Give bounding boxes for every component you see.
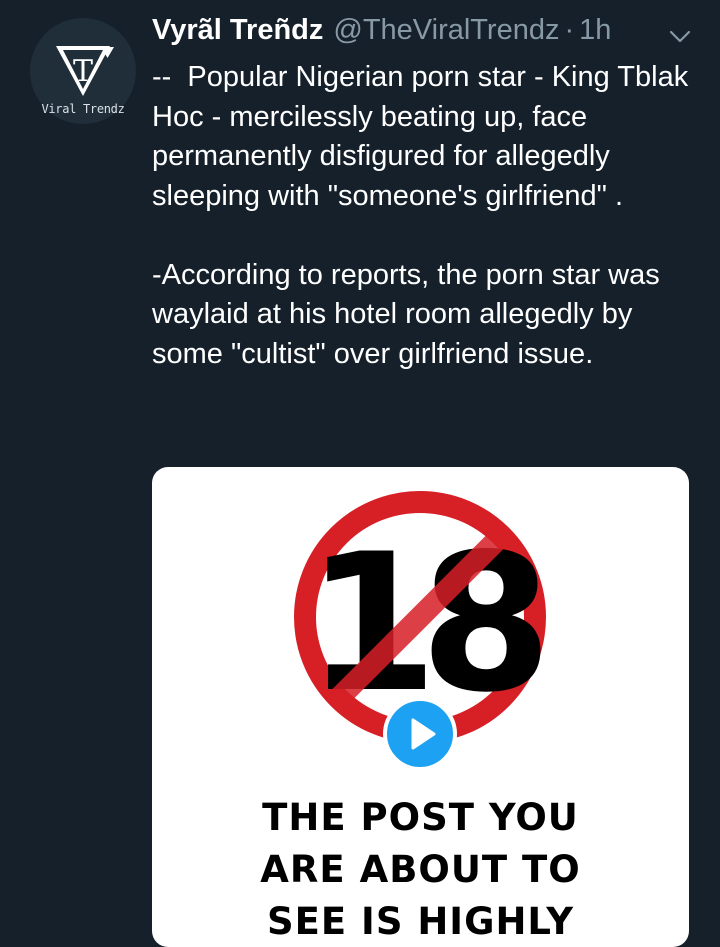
svg-text:T: T: [73, 54, 93, 89]
play-button[interactable]: [383, 697, 457, 771]
warning-line: SEE IS HIGHLY: [266, 900, 575, 943]
tweet-text: -- Popular Nigerian porn star - King Tbl…: [152, 61, 689, 370]
avatar[interactable]: T Viral Trendz: [30, 18, 136, 124]
display-name[interactable]: Vyrãl Treñdz: [152, 14, 323, 47]
timestamp[interactable]: 1h: [579, 14, 611, 47]
chevron-down-icon[interactable]: [666, 22, 694, 50]
warning-line: THE POST YOU: [262, 796, 579, 839]
warning-line: ARE ABOUT TO: [260, 848, 581, 891]
user-handle[interactable]: @TheViralTrendz: [333, 14, 559, 47]
warning-text: THE POST YOU ARE ABOUT TO SEE IS HIGHLY: [152, 792, 689, 947]
separator-dot: ·: [564, 14, 575, 46]
avatar-brand-text: Viral Trendz: [41, 102, 125, 116]
play-icon: [411, 718, 436, 750]
tweet-header: Vyrãl Treñdz @TheViralTrendz · 1h: [152, 14, 611, 54]
